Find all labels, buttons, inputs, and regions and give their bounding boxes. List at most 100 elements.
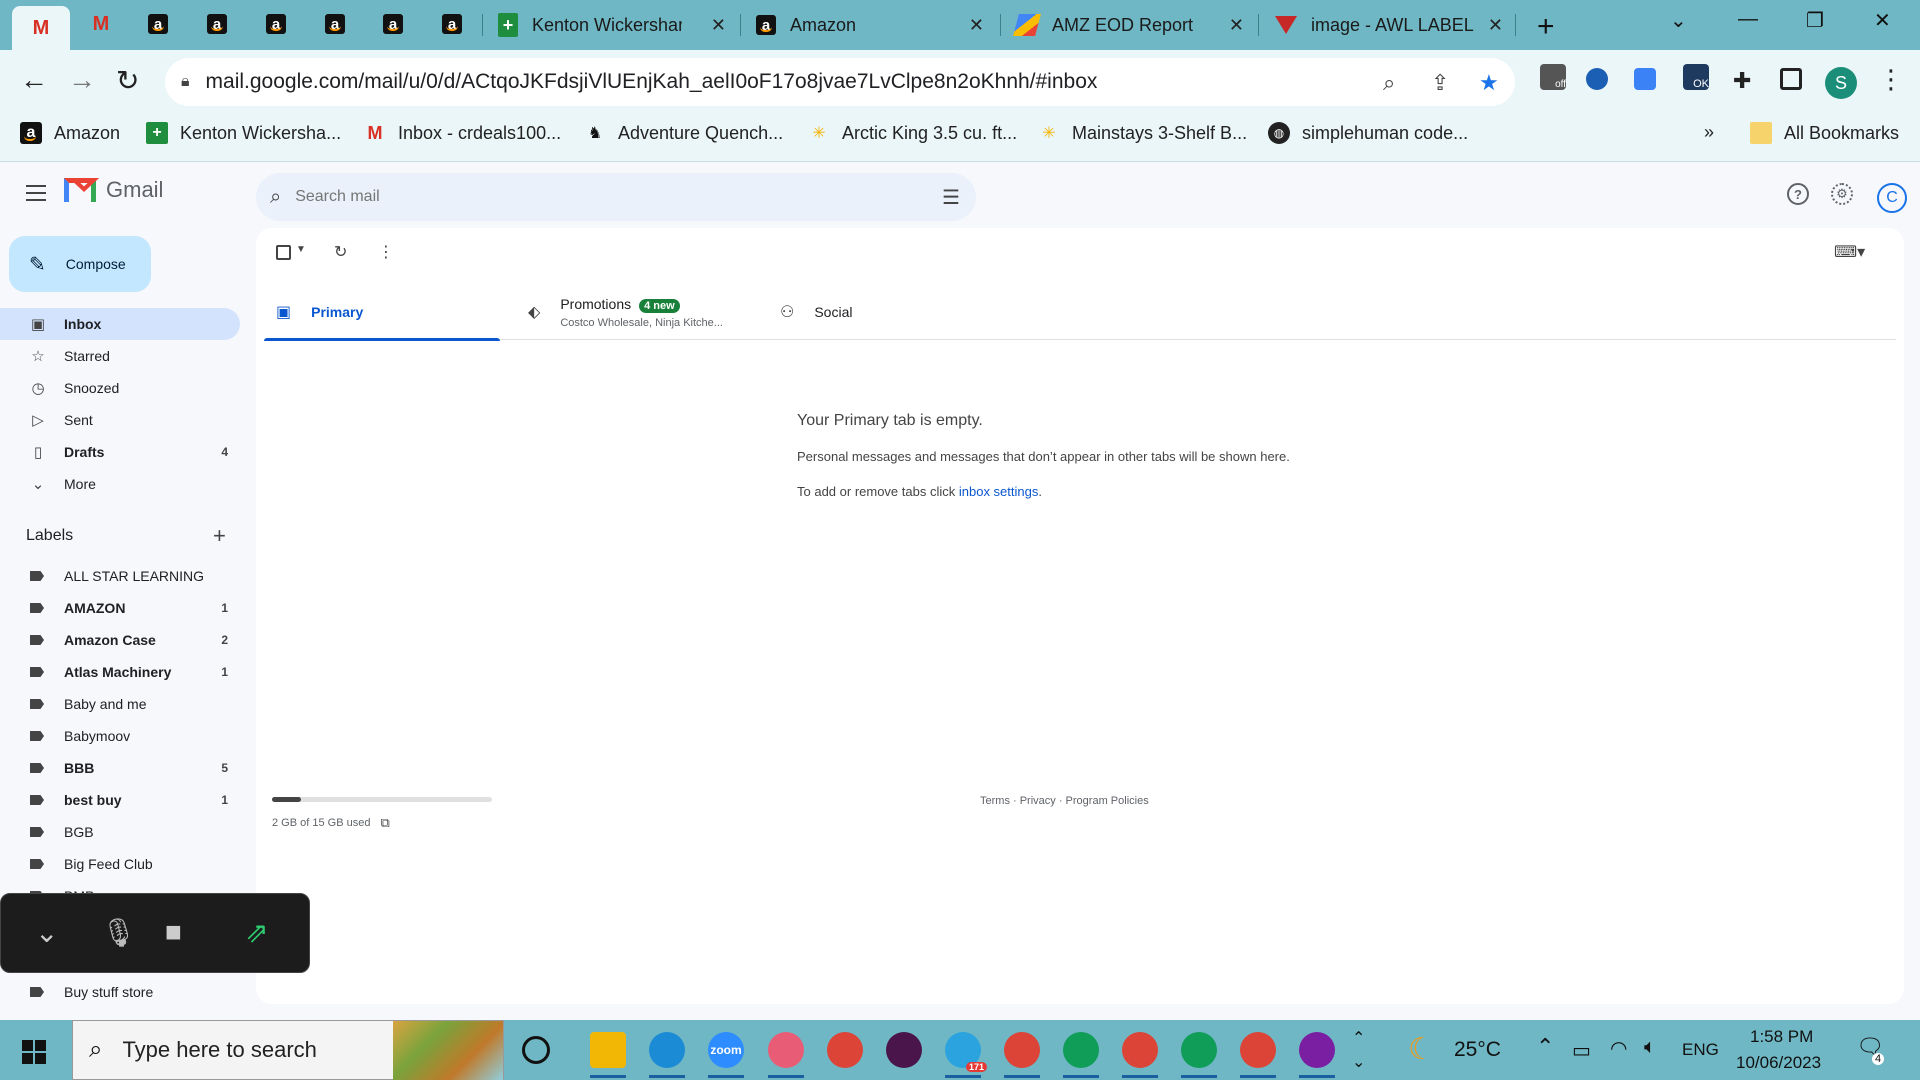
clock-time[interactable]: 1:58 PM [1750, 1027, 1813, 1047]
restore-button[interactable]: ❐ [1806, 8, 1824, 33]
profile-avatar[interactable]: S [1825, 67, 1857, 99]
volume-icon[interactable]: 🔈︎ [1644, 1036, 1656, 1059]
select-all-checkbox[interactable] [276, 245, 291, 260]
tab-search-chevron-icon[interactable]: ⌄ [1670, 8, 1687, 33]
label-item[interactable]: best buy 1 [0, 784, 240, 816]
label-item[interactable]: BBB 5 [0, 752, 240, 784]
zoom-icon[interactable]: ⌕ [1383, 70, 1395, 96]
nav-drafts[interactable]: ▯ Drafts 4 [0, 436, 240, 468]
chrome-profile-icon[interactable] [1181, 1032, 1217, 1078]
gmail-logo[interactable]: Gmail [64, 177, 163, 203]
close-window-button[interactable]: ✕ [1874, 8, 1891, 33]
chrome-menu-icon[interactable]: ⋮ [1878, 64, 1904, 95]
search-options-icon[interactable]: ☰ [942, 185, 960, 210]
bookmark-simplehuman[interactable]: ◍ simplehuman code... [1268, 122, 1468, 144]
scroll-down-icon[interactable]: ⌄ [1352, 1052, 1365, 1072]
windows-start-icon[interactable] [22, 1040, 46, 1064]
all-bookmarks[interactable]: All Bookmarks [1750, 122, 1899, 144]
forward-button[interactable]: → [68, 64, 96, 96]
chrome-profile-icon[interactable] [1063, 1032, 1099, 1078]
tab-social[interactable]: ⚇ Social [768, 284, 1004, 340]
bookmark-arctic-king[interactable]: ✳ Arctic King 3.5 cu. ft... [808, 122, 1017, 144]
bookmark-mainstays[interactable]: ✳ Mainstays 3-Shelf B... [1038, 122, 1247, 144]
search-input[interactable] [295, 188, 896, 206]
hidden-icons-chevron-icon[interactable]: ⌃ [1536, 1034, 1554, 1060]
keyboard-icon[interactable]: ⌨▾ [1834, 242, 1865, 262]
account-avatar[interactable]: C [1877, 183, 1907, 213]
tab-gmail[interactable]: M [86, 9, 116, 39]
zoom-app-icon[interactable]: zoom [708, 1032, 744, 1078]
nav-inbox[interactable]: ▣ Inbox [0, 308, 240, 340]
extension-globe-icon[interactable] [1586, 68, 1608, 90]
video-camera-icon[interactable]: ■ [165, 916, 182, 948]
edge-icon[interactable] [649, 1032, 685, 1078]
support-icon[interactable]: ? [1787, 183, 1809, 205]
label-item[interactable]: Babymoov [0, 720, 240, 752]
bookmark-inbox[interactable]: M Inbox - crdeals100... [364, 122, 562, 144]
collapse-chevron-icon[interactable]: ⌄ [35, 916, 58, 949]
address-bar[interactable]: 🔒︎ mail.google.com/mail/u/0/d/ACtqoJKFds… [165, 58, 1515, 106]
chrome-profile-icon[interactable] [1004, 1032, 1040, 1078]
tab-amazon-5[interactable]: a [378, 9, 408, 39]
tab-awl-label[interactable]: image - AWL LABEL ✕ [1275, 9, 1503, 41]
tab-kenton[interactable]: + Kenton Wickersham ✕ [498, 9, 726, 41]
nav-sent[interactable]: ▷ Sent [0, 404, 240, 436]
refresh-icon[interactable]: ↻ [334, 242, 347, 262]
label-item[interactable]: Amazon Case 2 [0, 624, 240, 656]
external-link-icon[interactable]: ⧉ [380, 815, 389, 831]
tab-amazon-3[interactable]: a [261, 9, 291, 39]
new-tab-button[interactable]: + [1537, 10, 1555, 44]
compose-button[interactable]: ✎ Compose [9, 236, 151, 292]
share-screen-icon[interactable]: ⇗ [245, 916, 268, 949]
tab-primary[interactable]: ▣ Primary [264, 284, 500, 341]
cortana-icon[interactable] [522, 1036, 550, 1064]
side-panel-icon[interactable] [1780, 68, 1802, 90]
share-icon[interactable]: ⇪ [1431, 70, 1449, 96]
search-icon[interactable]: ⌕ [270, 186, 281, 209]
telegram-icon[interactable]: 171 [945, 1032, 987, 1078]
close-icon[interactable]: ✕ [1488, 15, 1503, 36]
close-icon[interactable]: ✕ [969, 15, 984, 36]
weather-temperature[interactable]: 25°C [1454, 1038, 1501, 1062]
bookmark-kenton[interactable]: + Kenton Wickersha... [146, 122, 341, 144]
main-menu-icon[interactable] [26, 185, 46, 201]
tab-amazon-2[interactable]: a [202, 9, 232, 39]
bookmarks-overflow-button[interactable]: » [1704, 122, 1714, 143]
wifi-icon[interactable]: ◠ [1610, 1036, 1627, 1061]
extension-tag-icon[interactable] [1634, 68, 1656, 90]
tab-eod-report[interactable]: AMZ EOD Report ✕ [1013, 9, 1244, 41]
tab-amazon-6[interactable]: a [437, 9, 467, 39]
lock-icon[interactable]: 🔒︎ [181, 73, 190, 91]
extension-ok-icon[interactable]: OK [1683, 64, 1709, 90]
bookmark-adventure[interactable]: ♞ Adventure Quench... [584, 122, 783, 144]
nav-snoozed[interactable]: ◷ Snoozed [0, 372, 240, 404]
footer-links[interactable]: Terms · Privacy · Program Policies [980, 795, 1149, 807]
weather-moon-icon[interactable]: ☾ [1408, 1032, 1435, 1067]
more-options-icon[interactable]: ⋮ [378, 242, 394, 262]
select-dropdown-icon[interactable]: ▼ [296, 244, 306, 255]
label-item[interactable]: Baby and me [0, 688, 240, 720]
label-item[interactable]: ALL STAR LEARNING [0, 560, 240, 592]
scroll-up-icon[interactable]: ⌃ [1352, 1028, 1365, 1048]
label-item[interactable]: AMAZON 1 [0, 592, 240, 624]
taskbar-search-box[interactable]: ⌕ Type here to search [72, 1020, 504, 1080]
add-label-icon[interactable]: + [213, 523, 226, 549]
bookmark-star-icon[interactable]: ★ [1479, 70, 1499, 96]
tab-promotions[interactable]: ⬖ Promotions 4 new Costco Wholesale, Ninj… [516, 284, 752, 340]
nav-starred[interactable]: ☆ Starred [0, 340, 240, 372]
close-icon[interactable]: ✕ [711, 15, 726, 36]
snipping-tool-icon[interactable] [768, 1032, 804, 1078]
chrome-profile-icon[interactable] [1240, 1032, 1276, 1078]
tab-amazon[interactable]: a Amazon ✕ [756, 9, 984, 41]
slack-icon[interactable] [886, 1032, 922, 1068]
settings-gear-icon[interactable]: ⚙ [1831, 183, 1853, 205]
tab-amazon-1[interactable]: a [143, 9, 173, 39]
label-item[interactable]: Buy stuff store [0, 976, 240, 1008]
bookmark-amazon[interactable]: a Amazon [20, 122, 120, 144]
clock-date[interactable]: 10/06/2023 [1736, 1053, 1821, 1073]
url-text[interactable]: mail.google.com/mail/u/0/d/ACtqoJKFdsjiV… [206, 70, 1098, 94]
chrome-icon[interactable] [827, 1032, 863, 1068]
battery-icon[interactable]: ▭ [1572, 1038, 1591, 1063]
language-indicator[interactable]: ENG [1682, 1040, 1719, 1060]
chrome-profile-icon[interactable] [1122, 1032, 1158, 1078]
